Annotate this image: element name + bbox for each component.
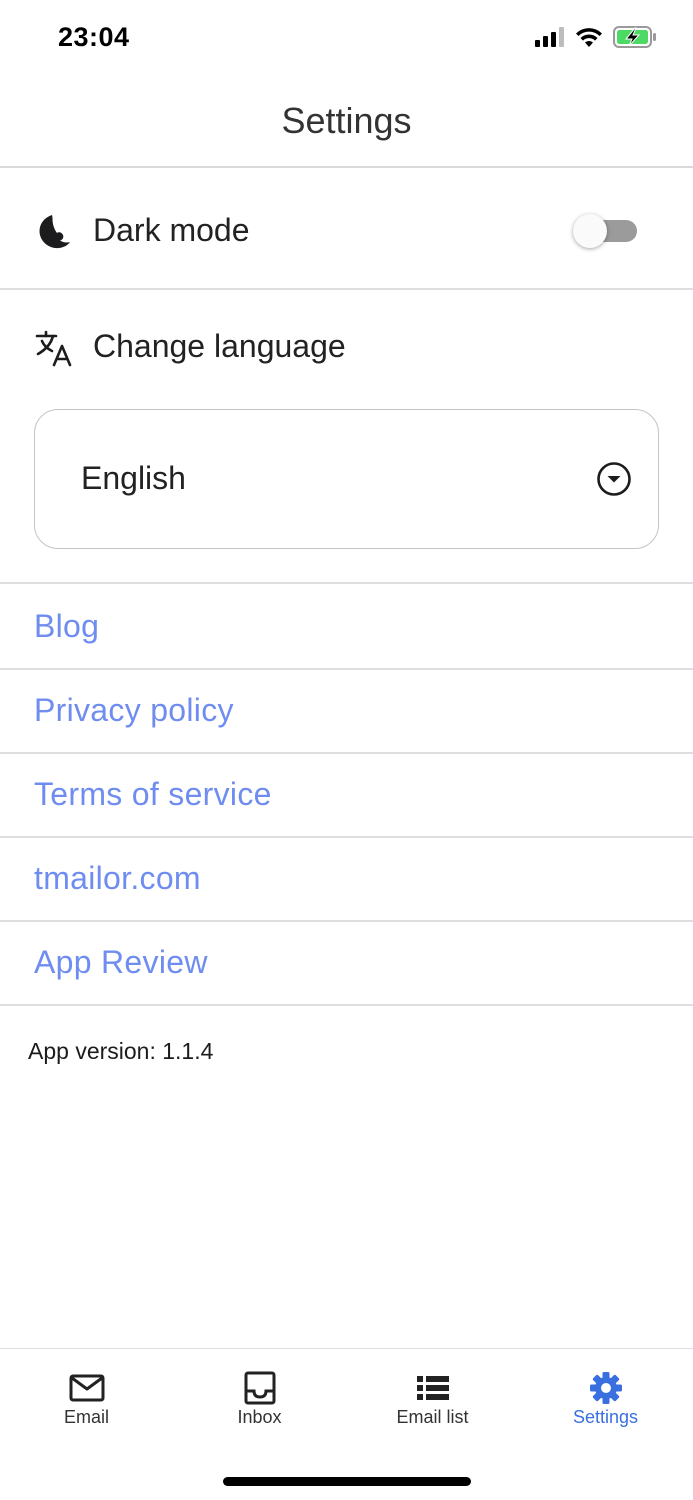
- status-time: 23:04: [58, 22, 130, 52]
- language-select[interactable]: English: [34, 409, 659, 549]
- moon-icon: [39, 215, 70, 249]
- cellular-signal-icon: [535, 27, 564, 47]
- status-icons: [535, 26, 657, 48]
- link-row-website[interactable]: tmailor.com: [0, 838, 693, 922]
- tab-email-list[interactable]: Email list: [346, 1349, 519, 1439]
- page-title: Settings: [281, 100, 412, 141]
- link-row-blog[interactable]: Blog: [0, 586, 693, 670]
- tab-email-list-label: Email list: [396, 1407, 469, 1427]
- wifi-icon: [576, 28, 602, 47]
- settings-screen: 23:04 Settings Dark mode Change language…: [0, 0, 693, 1500]
- gear-icon: [589, 1372, 622, 1404]
- blog-link[interactable]: Blog: [34, 608, 99, 645]
- tab-inbox[interactable]: Inbox: [173, 1349, 346, 1439]
- link-row-terms-of-service[interactable]: Terms of service: [0, 754, 693, 838]
- dark-mode-toggle[interactable]: [573, 214, 637, 248]
- home-indicator: [223, 1477, 471, 1486]
- link-row-privacy-policy[interactable]: Privacy policy: [0, 670, 693, 754]
- app-review-link[interactable]: App Review: [34, 944, 208, 981]
- inbox-icon: [244, 1371, 275, 1405]
- tab-email[interactable]: Email: [0, 1349, 173, 1439]
- link-row-app-review[interactable]: App Review: [0, 922, 693, 1006]
- mail-icon: [69, 1374, 104, 1402]
- tab-inbox-label: Inbox: [237, 1407, 282, 1427]
- translate-icon: [35, 330, 72, 367]
- toggle-knob: [573, 214, 607, 248]
- chevron-down-icon: [597, 462, 631, 496]
- battery-charging-icon: [613, 26, 656, 48]
- dark-mode-row[interactable]: Dark mode: [0, 170, 693, 290]
- terms-of-service-link[interactable]: Terms of service: [34, 776, 272, 813]
- website-link[interactable]: tmailor.com: [34, 860, 201, 897]
- page-header: Settings: [0, 76, 693, 168]
- list-icon: [416, 1376, 449, 1400]
- dark-mode-label: Dark mode: [93, 212, 250, 248]
- status-bar: 23:04: [0, 0, 693, 76]
- tab-settings[interactable]: Settings: [519, 1349, 692, 1439]
- privacy-policy-link[interactable]: Privacy policy: [34, 692, 234, 729]
- app-version: App version: 1.1.4: [28, 1038, 214, 1064]
- language-section: Change language English: [0, 292, 693, 584]
- change-language-label: Change language: [93, 328, 346, 364]
- selected-language: English: [81, 460, 186, 496]
- tab-settings-label: Settings: [572, 1407, 639, 1427]
- tab-email-label: Email: [63, 1407, 109, 1427]
